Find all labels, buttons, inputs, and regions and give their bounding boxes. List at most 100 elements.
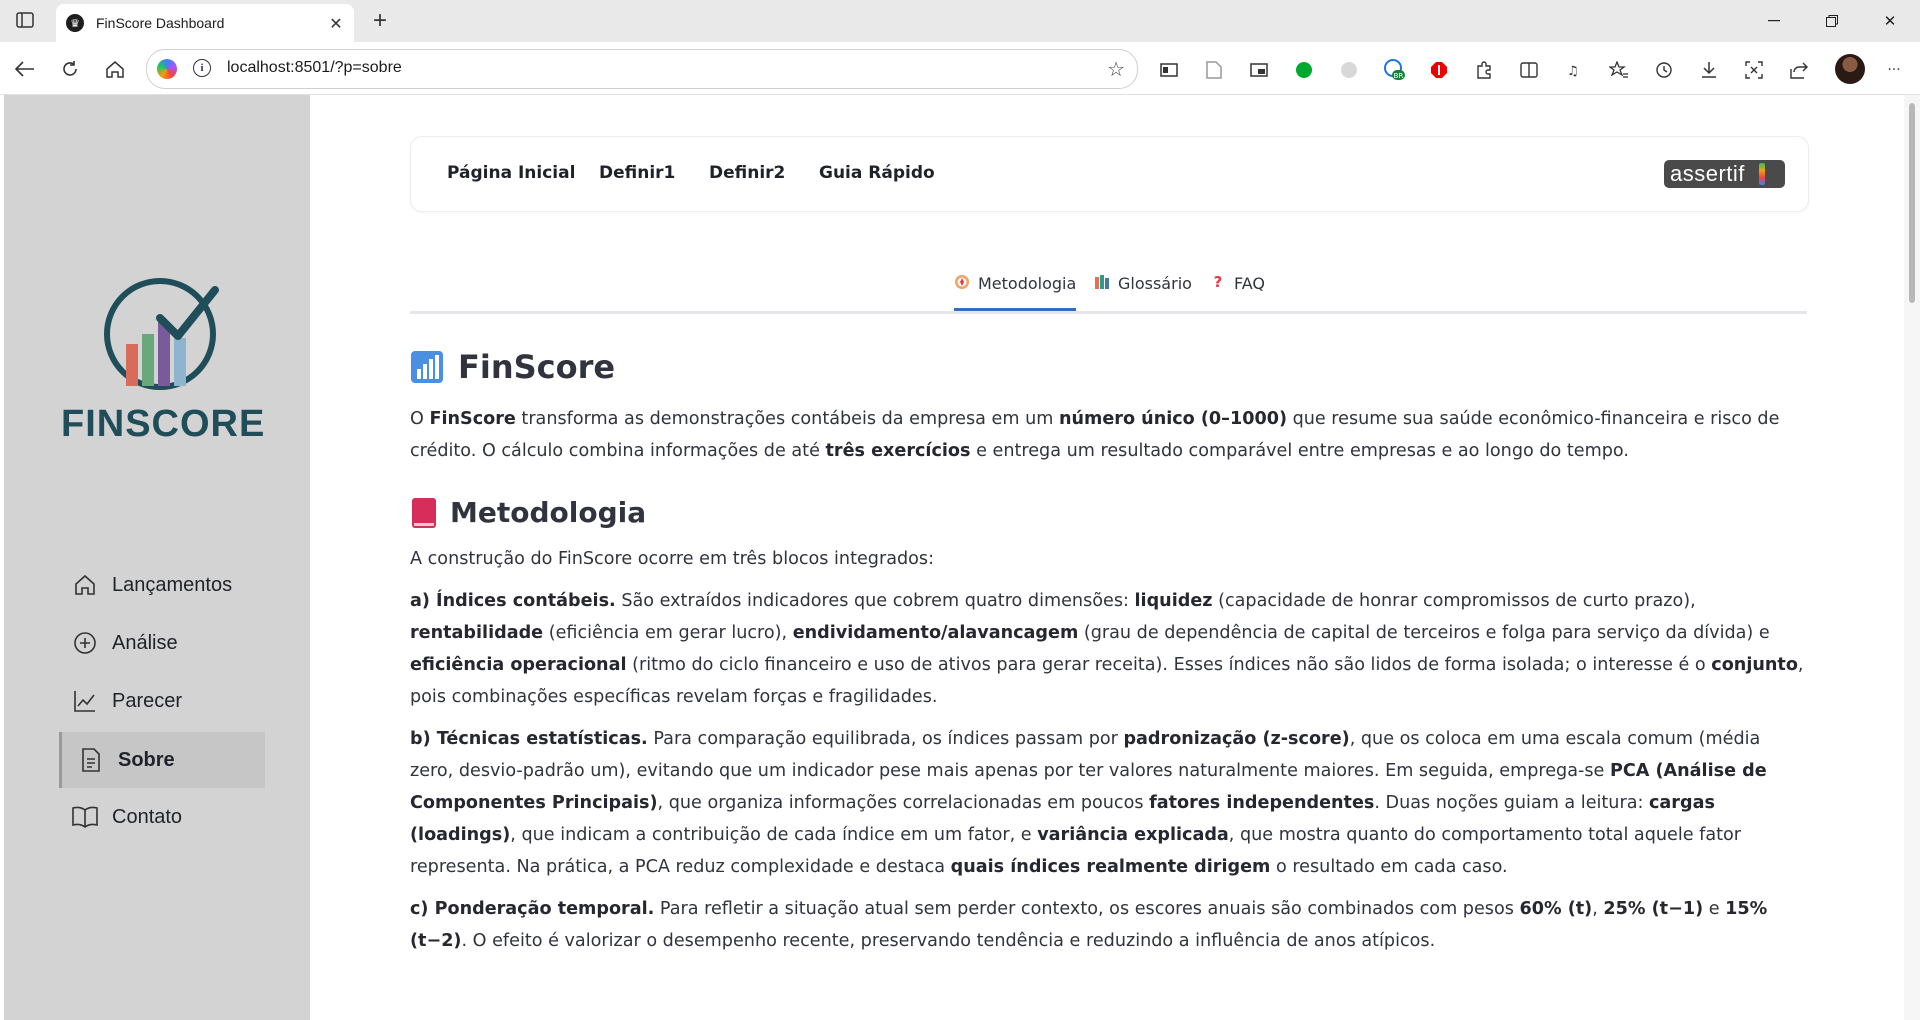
restore-button[interactable] — [1810, 6, 1854, 36]
tab-metodologia[interactable]: Metodologia — [954, 274, 1077, 311]
sidebar-item-parecer[interactable]: Parecer — [56, 673, 260, 729]
back-icon[interactable] — [10, 54, 40, 84]
sidebar-item-lancamentos[interactable]: Lançamentos — [56, 557, 260, 613]
close-window-button[interactable]: ✕ — [1868, 6, 1912, 36]
nav-link-definir1[interactable]: Definir1 — [599, 163, 675, 183]
bar-chart-icon — [411, 351, 443, 383]
more-menu-icon[interactable]: ··· — [1883, 59, 1905, 81]
block-a-paragraph: a) Índices contábeis. São extraídos indi… — [410, 585, 1807, 713]
tab-actions-icon[interactable] — [12, 9, 38, 31]
history-icon[interactable] — [1653, 59, 1675, 81]
bold-term: variância explicada — [1037, 825, 1229, 845]
site-info-icon[interactable]: i — [193, 59, 211, 77]
book-icon — [72, 804, 98, 830]
extension-puzzle-icon[interactable] — [1338, 59, 1360, 81]
screenshot-icon[interactable] — [1743, 59, 1765, 81]
extensions-icon[interactable] — [1473, 59, 1495, 81]
tab-label: FAQ — [1234, 274, 1265, 293]
block-c-paragraph: c) Ponderação temporal. Para refletir a … — [410, 893, 1807, 957]
content-tabs: Metodologia Glossário ? FAQ — [410, 263, 1807, 314]
sidebar-item-label: Análise — [112, 631, 178, 654]
new-tab-button[interactable]: + — [366, 7, 394, 34]
extension-badge-icon[interactable]: BR — [1383, 59, 1405, 81]
compass-icon — [955, 275, 969, 289]
assertif-logo[interactable]: assertif — [1664, 160, 1785, 188]
browser-tab-bar: ♛ FinScore Dashboard ✕ + ✕ — [0, 0, 1920, 42]
sidebar-item-analise[interactable]: Análise — [56, 615, 260, 671]
text-run: (eficiência em gerar lucro), — [543, 623, 793, 643]
sidebar-item-label: Lançamentos — [112, 573, 233, 596]
minimize-button[interactable] — [1752, 6, 1796, 36]
nav-link-definir2[interactable]: Definir2 — [709, 163, 785, 183]
text-run: e — [1703, 899, 1726, 919]
browser-toolbar: i localhost:8501/?p=sobre ☆ BR ♫ ··· — [0, 42, 1920, 95]
refresh-icon[interactable] — [55, 54, 85, 84]
top-navigation: Página Inicial Definir1 Definir2 Guia Rá… — [410, 136, 1809, 212]
nav-link-guia-rapido[interactable]: Guia Rápido — [819, 163, 935, 183]
share-icon[interactable] — [1788, 59, 1810, 81]
bold-term: conjunto — [1711, 655, 1798, 675]
text-run: (capacidade de honrar compromissos de cu… — [1212, 591, 1696, 611]
text-run: , — [1592, 899, 1604, 919]
text-run: e entrega um resultado comparável entre … — [970, 441, 1629, 461]
close-tab-icon[interactable]: ✕ — [326, 13, 346, 33]
document-icon — [78, 747, 104, 773]
home-icon[interactable] — [100, 54, 130, 84]
address-bar[interactable]: i localhost:8501/?p=sobre ☆ — [146, 49, 1138, 89]
text-run: São extraídos indicadores que cobrem qua… — [615, 591, 1135, 611]
tab-faq[interactable]: ? FAQ — [1210, 274, 1265, 308]
reader-mode-icon[interactable] — [1158, 59, 1180, 81]
sidebar-item-label: Parecer — [112, 689, 183, 712]
tab-glossario[interactable]: Glossário — [1094, 274, 1192, 308]
closed-book-icon — [412, 498, 436, 528]
page-scrollbar[interactable] — [1904, 95, 1920, 1020]
bold-term: três exercícios — [825, 441, 971, 461]
plus-circle-icon — [72, 630, 98, 656]
bold-term: 60% (t) — [1519, 899, 1593, 919]
bold-term: quais índices realmente dirigem — [950, 857, 1271, 877]
books-icon — [1095, 275, 1109, 289]
tab-label: Metodologia — [978, 274, 1077, 293]
tab-title: FinScore Dashboard — [96, 15, 225, 31]
url-text[interactable]: localhost:8501/?p=sobre — [227, 59, 402, 77]
svg-text:♫: ♫ — [1567, 64, 1579, 79]
sidebar: FINSCORE Lançamentos Análise Parecer Sob… — [4, 95, 310, 1020]
ext-badge-text: BR — [1394, 72, 1404, 80]
sidebar-item-contato[interactable]: Contato — [56, 789, 260, 845]
favorite-star-icon[interactable]: ☆ — [1107, 57, 1125, 81]
house-icon — [72, 572, 98, 598]
bold-term: rentabilidade — [410, 623, 544, 643]
bold-term: FinScore — [429, 409, 516, 429]
document-extension-icon[interactable] — [1203, 59, 1225, 81]
text-run: Para refletir a situação atual sem perde… — [654, 899, 1520, 919]
nav-link-pagina-inicial[interactable]: Página Inicial — [447, 163, 575, 183]
bold-term: b) Técnicas estatísticas. — [410, 729, 648, 749]
section-title: Metodologia — [410, 493, 1807, 533]
scrollbar-thumb[interactable] — [1909, 103, 1915, 303]
logo-text: FINSCORE — [61, 403, 266, 445]
split-screen-icon[interactable] — [1518, 59, 1540, 81]
favorites-icon[interactable] — [1608, 59, 1630, 81]
text-run: , que organiza informações correlacionad… — [657, 793, 1150, 813]
browser-tab[interactable]: ♛ FinScore Dashboard ✕ — [56, 4, 354, 42]
intro-paragraph: O FinScore transforma as demonstrações c… — [410, 403, 1807, 467]
text-run: (ritmo do ciclo financeiro e uso de ativ… — [626, 655, 1712, 675]
copilot-icon[interactable] — [157, 59, 177, 79]
adblock-icon[interactable] — [1428, 59, 1450, 81]
downloads-icon[interactable] — [1698, 59, 1720, 81]
sidebar-item-label: Contato — [112, 805, 183, 828]
question-icon: ? — [1213, 273, 1223, 291]
bold-term: a) Índices contábeis. — [410, 591, 616, 611]
bold-term: padronização (z-score) — [1123, 729, 1350, 749]
bold-term: liquidez — [1134, 591, 1213, 611]
block-b-paragraph: b) Técnicas estatísticas. Para comparaçã… — [410, 723, 1807, 883]
read-aloud-icon[interactable]: ♫ — [1563, 59, 1585, 81]
sidebar-item-sobre[interactable]: Sobre — [59, 732, 265, 788]
picture-in-picture-icon[interactable] — [1248, 59, 1270, 81]
evernote-icon[interactable] — [1293, 59, 1315, 81]
profile-avatar[interactable] — [1835, 54, 1865, 84]
about-content: FinScore O FinScore transforma as demons… — [410, 345, 1807, 957]
tab-label: Glossário — [1118, 274, 1192, 293]
chart-line-icon — [72, 688, 98, 714]
crown-icon: ♛ — [66, 14, 84, 32]
